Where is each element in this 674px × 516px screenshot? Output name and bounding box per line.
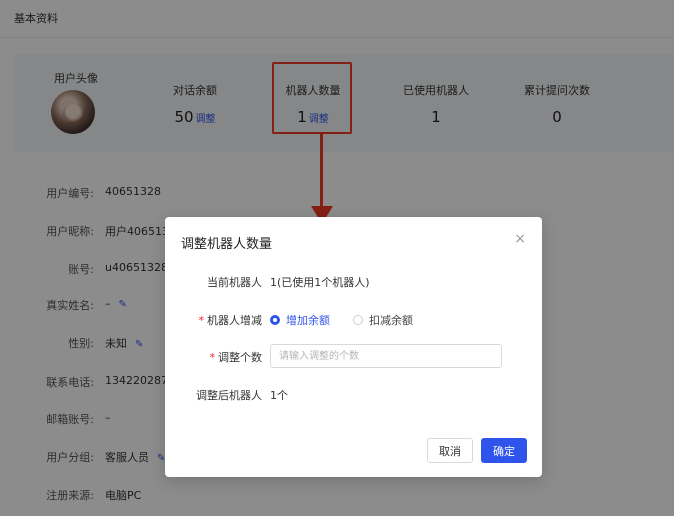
dialog-title: 调整机器人数量 bbox=[181, 237, 273, 252]
radio-unchecked-icon bbox=[353, 315, 363, 325]
after-adjust-value: 1个 bbox=[270, 389, 288, 402]
current-robots-value: 1(已使用1个机器人) bbox=[270, 276, 370, 289]
current-robots-label: 当前机器人 bbox=[207, 276, 262, 289]
required-asterisk: * bbox=[209, 351, 216, 364]
radio-decrease[interactable]: 扣减余额 bbox=[353, 312, 413, 328]
cancel-button[interactable]: 取消 bbox=[427, 438, 473, 463]
after-adjust-label: 调整后机器人 bbox=[196, 389, 262, 402]
adjust-robot-dialog: 调整机器人数量 × 当前机器人 1(已使用1个机器人) * 机器人增减 增加余额 … bbox=[165, 217, 542, 477]
confirm-button[interactable]: 确定 bbox=[481, 438, 527, 463]
radio-label: 扣减余额 bbox=[369, 314, 413, 327]
robot-change-label: * 机器人增减 bbox=[172, 312, 263, 328]
required-asterisk: * bbox=[198, 314, 205, 327]
close-icon[interactable]: × bbox=[514, 231, 526, 247]
adjust-count-input[interactable] bbox=[270, 344, 502, 368]
radio-checked-icon bbox=[270, 315, 280, 325]
radio-increase[interactable]: 增加余额 bbox=[270, 312, 330, 328]
adjust-count-label-text: 调整个数 bbox=[218, 351, 262, 364]
adjust-count-label: * 调整个数 bbox=[172, 349, 263, 365]
radio-label: 增加余额 bbox=[286, 314, 330, 327]
robot-change-label-text: 机器人增减 bbox=[207, 314, 262, 327]
